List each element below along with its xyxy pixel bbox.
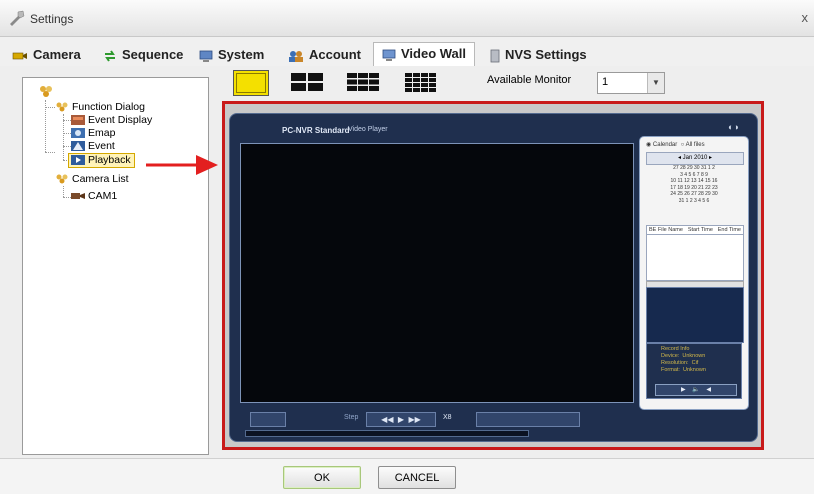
tree-item-label: Event (88, 140, 115, 152)
step-label: Step (344, 414, 359, 421)
tree-line (63, 197, 71, 198)
tree-item-event-display[interactable]: Event Display (71, 114, 152, 127)
tree-line (63, 186, 64, 197)
playback-speed-label: X8 (443, 414, 452, 421)
tree-line (63, 120, 71, 121)
callout-arrow-icon (146, 155, 218, 175)
tab-camera-label: Camera (33, 47, 81, 62)
camera-icon (12, 52, 27, 59)
account-icon (289, 50, 303, 62)
window-title: Settings (30, 12, 74, 26)
sequence-icon (105, 50, 115, 62)
layout-2x2-button[interactable] (290, 70, 324, 94)
tree-item-label: Event Display (88, 114, 153, 126)
grid-2x2-icon (291, 73, 323, 91)
tab-nvs-settings[interactable]: NVS Settings (490, 44, 587, 66)
available-monitor-select[interactable]: 1 ▼ (597, 72, 665, 94)
tree-item-label: Camera List (72, 173, 129, 185)
ok-button[interactable]: OK (283, 466, 361, 489)
available-monitor-value: 1 (602, 76, 609, 88)
event-display-icon (71, 115, 85, 126)
cancel-button[interactable]: CANCEL (378, 466, 456, 489)
video-wall-icon (382, 49, 396, 61)
playback-icon (71, 155, 85, 166)
tab-video-wall[interactable]: Video Wall (373, 42, 476, 67)
video-screen (240, 143, 634, 403)
grid-3x3-icon (347, 73, 379, 91)
grid-4x4-icon (405, 73, 436, 92)
seek-bar[interactable] (245, 430, 529, 437)
tab-video-wall-label: Video Wall (401, 46, 467, 61)
camera-icon (71, 193, 85, 200)
tree-line (63, 146, 71, 147)
tab-sequence-label: Sequence (122, 47, 184, 62)
settings-icon (10, 10, 25, 26)
snapshot-tools-bar[interactable] (476, 412, 580, 427)
display-mode-buttons[interactable] (250, 412, 286, 427)
calendar-row: 31 1 2 3 4 5 6 (678, 197, 710, 204)
tab-sequence[interactable]: Sequence (103, 44, 183, 66)
tree-item-label: CAM1 (88, 190, 118, 202)
root-folder-icon (40, 86, 52, 97)
tree-line (45, 107, 55, 108)
tab-system[interactable]: System (199, 44, 264, 66)
tree-item-emap[interactable]: Emap (71, 127, 115, 140)
tree-item-function-dialog[interactable]: Function Dialog (55, 101, 145, 114)
tree-item-label: Function Dialog (72, 101, 145, 113)
record-info-row: Device: Unknown (661, 353, 706, 359)
audio-controls[interactable]: ▶ 🔈 ◀ (655, 384, 737, 396)
playback-transport-controls[interactable]: ◀◀ ▶ ▶▶ (366, 412, 436, 427)
tree-item-label: Emap (88, 127, 116, 139)
record-info-row: Resolution: Cif (661, 360, 699, 366)
tab-account[interactable]: Account (288, 44, 361, 66)
player-subtitle: Video Player (348, 126, 388, 133)
close-icon[interactable]: x (802, 10, 809, 25)
record-info-row: Record Info (661, 346, 690, 352)
tree-item-camera-list[interactable]: Camera List (55, 173, 129, 186)
player-title: PC-NVR Standard (282, 126, 350, 135)
calendar-grid[interactable]: 27 28 29 30 31 1 2 3 4 5 6 7 8 9 10 11 1… (646, 165, 742, 204)
record-info-panel: Record Info Device: Unknown Resolution: … (646, 343, 742, 399)
player-window-controls-icon[interactable]: ◐◑ (728, 122, 739, 132)
tab-bar: Camera Sequence System Account Video Wal… (0, 36, 814, 68)
tab-account-label: Account (309, 47, 361, 62)
file-list-table[interactable]: BE File Name Start Time End Time (646, 225, 744, 281)
tree-line (63, 133, 71, 134)
file-list-header: BE File Name Start Time End Time (647, 226, 743, 235)
available-monitor-label: Available Monitor (487, 74, 572, 86)
title-bar: Settings x (0, 0, 814, 37)
event-icon (71, 141, 85, 152)
tree-line (45, 152, 55, 153)
tree-item-cam1[interactable]: CAM1 (71, 190, 117, 203)
nvs-icon (490, 49, 500, 62)
tab-camera[interactable]: Camera (12, 44, 81, 66)
system-icon (199, 50, 213, 62)
tree-item-playback[interactable]: Playback (68, 153, 135, 168)
function-tree: Function Dialog Event Display Emap Event… (22, 77, 209, 455)
layout-4x4-button[interactable] (404, 70, 438, 94)
emap-icon (71, 128, 85, 139)
layout-3x3-button[interactable] (346, 70, 380, 94)
folder-icon (56, 102, 68, 112)
player-side-panel: ◉ Calendar ○ All files ◂ Jan 2010 ▸ 27 2… (639, 136, 749, 410)
record-info-row: Format: Unknown (661, 367, 706, 373)
preview-thumbnail (646, 287, 744, 343)
tab-nvs-settings-label: NVS Settings (505, 47, 587, 62)
layout-1x1-button[interactable] (233, 70, 269, 96)
tree-item-event[interactable]: Event (71, 140, 115, 153)
tree-item-label: Playback (88, 154, 131, 166)
calendar-mode-radio[interactable]: ◉ Calendar ○ All files (646, 141, 705, 148)
tab-system-label: System (218, 47, 265, 62)
calendar-month-header[interactable]: ◂ Jan 2010 ▸ (646, 152, 744, 165)
folder-icon (56, 174, 68, 184)
chevron-down-icon[interactable]: ▼ (647, 73, 664, 93)
